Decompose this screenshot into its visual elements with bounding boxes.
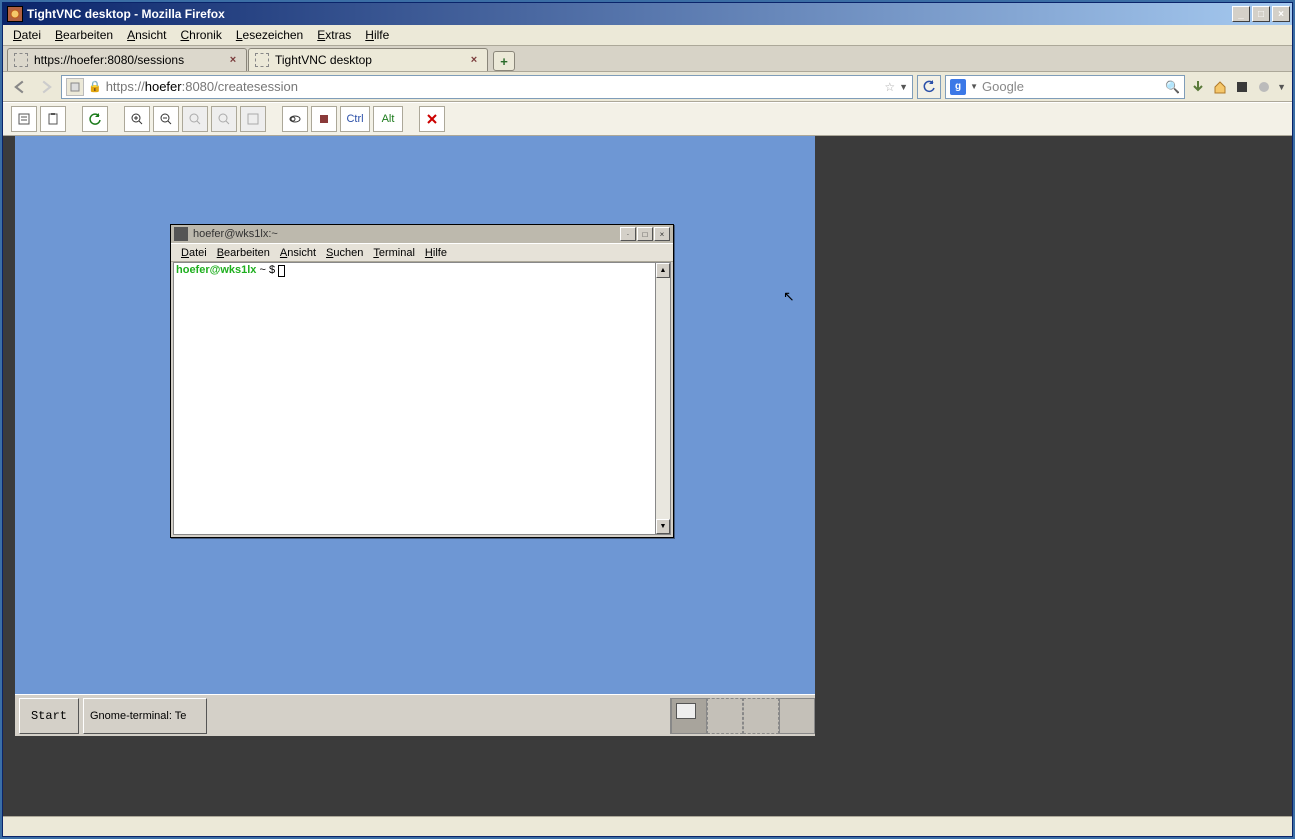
new-tab-button[interactable]: + [493, 51, 515, 71]
scroll-down-icon[interactable]: ▼ [656, 519, 670, 534]
taskbar-item-terminal[interactable]: Gnome-terminal: Te [83, 698, 207, 734]
terminal-icon [174, 227, 188, 241]
vnc-fullscreen-button[interactable] [240, 106, 266, 132]
favicon-placeholder-icon [255, 53, 269, 67]
window-title: TightVNC desktop - Mozilla Firefox [27, 7, 225, 21]
favicon-placeholder-icon [14, 53, 28, 67]
vnc-zoom-out-button[interactable] [153, 106, 179, 132]
menu-ansicht[interactable]: Ansicht [121, 26, 172, 44]
vnc-send-cad-button[interactable] [311, 106, 337, 132]
vnc-options-button[interactable] [11, 106, 37, 132]
vnc-viewport[interactable]: hoefer@wks1lx:~ · □ × Datei Bearbeiten A… [15, 136, 815, 736]
terminal-window[interactable]: hoefer@wks1lx:~ · □ × Datei Bearbeiten A… [170, 224, 674, 538]
google-icon: g [950, 79, 966, 95]
workspace-2[interactable] [707, 698, 743, 734]
vnc-disconnect-button[interactable] [419, 106, 445, 132]
url-text: https://hoefer:8080/createsession [106, 79, 298, 94]
term-menu-hilfe[interactable]: Hilfe [421, 246, 451, 260]
start-button[interactable]: Start [19, 698, 79, 734]
menu-chronik[interactable]: Chronik [174, 26, 227, 44]
terminal-title: hoefer@wks1lx:~ [193, 228, 278, 240]
tab-label: https://hoefer:8080/sessions [34, 53, 184, 67]
vnc-toolbar: Ctrl Alt [3, 102, 1292, 136]
terminal-minimize-button[interactable]: · [620, 227, 636, 241]
back-button[interactable] [9, 76, 31, 98]
tab-sessions[interactable]: https://hoefer:8080/sessions × [7, 48, 247, 71]
term-menu-datei[interactable]: Datei [177, 246, 211, 260]
term-menu-ansicht[interactable]: Ansicht [276, 246, 320, 260]
addon2-icon[interactable] [1255, 78, 1273, 96]
forward-button[interactable] [35, 76, 57, 98]
term-menu-suchen[interactable]: Suchen [322, 246, 367, 260]
menu-datei[interactable]: Datei [7, 26, 47, 44]
url-dropdown-icon[interactable]: ▼ [899, 82, 908, 92]
home-icon[interactable] [1211, 78, 1229, 96]
terminal-scrollbar[interactable]: ▲ ▼ [655, 263, 670, 534]
menu-extras[interactable]: Extras [311, 26, 357, 44]
site-identity-icon[interactable] [66, 78, 84, 96]
firefox-statusbar [3, 816, 1292, 836]
window-titlebar[interactable]: TightVNC desktop - Mozilla Firefox _ □ × [3, 3, 1292, 25]
term-menu-bearbeiten[interactable]: Bearbeiten [213, 246, 274, 260]
term-menu-terminal[interactable]: Terminal [369, 246, 419, 260]
maximize-button[interactable]: □ [1252, 6, 1270, 22]
tab-tightvnc[interactable]: TightVNC desktop × [248, 48, 488, 71]
terminal-titlebar[interactable]: hoefer@wks1lx:~ · □ × [171, 225, 673, 243]
url-bar[interactable]: 🔒 https://hoefer:8080/createsession ☆ ▼ [61, 75, 913, 99]
addon-icon[interactable] [1233, 78, 1251, 96]
terminal-maximize-button[interactable]: □ [637, 227, 653, 241]
search-placeholder: Google [982, 79, 1024, 94]
close-button[interactable]: × [1272, 6, 1290, 22]
bookmark-star-icon[interactable]: ☆ [884, 80, 895, 94]
vnc-alt-button[interactable]: Alt [373, 106, 403, 132]
terminal-text[interactable]: hoefer@wks1lx ~ $ [174, 263, 655, 534]
minimize-button[interactable]: _ [1232, 6, 1250, 22]
search-go-icon[interactable]: 🔍 [1165, 80, 1180, 94]
firefox-menubar: Datei Bearbeiten Ansicht Chronik Lesezei… [3, 25, 1292, 46]
terminal-cursor [278, 265, 285, 277]
vnc-cad-button[interactable] [282, 106, 308, 132]
page-content: hoefer@wks1lx:~ · □ × Datei Bearbeiten A… [3, 136, 1292, 816]
vnc-clipboard-button[interactable] [40, 106, 66, 132]
vnc-zoom-actual-button[interactable] [182, 106, 208, 132]
vnc-zoom-in-button[interactable] [124, 106, 150, 132]
vnc-ctrl-button[interactable]: Ctrl [340, 106, 370, 132]
workspace-pager [670, 698, 815, 734]
terminal-menubar: Datei Bearbeiten Ansicht Suchen Terminal… [171, 243, 673, 262]
tab-close-icon[interactable]: × [226, 53, 240, 67]
vnc-zoom-fit-button[interactable] [211, 106, 237, 132]
lock-icon: 🔒 [88, 80, 102, 93]
mouse-cursor-icon: ↖ [783, 288, 795, 305]
terminal-body[interactable]: hoefer@wks1lx ~ $ ▲ ▼ [173, 262, 671, 535]
tab-strip: https://hoefer:8080/sessions × TightVNC … [3, 46, 1292, 72]
toolbar-overflow-icon[interactable]: ▼ [1277, 82, 1286, 92]
terminal-close-button[interactable]: × [654, 227, 670, 241]
tab-close-icon[interactable]: × [467, 53, 481, 67]
scroll-up-icon[interactable]: ▲ [656, 263, 670, 278]
workspace-3[interactable] [743, 698, 779, 734]
vnc-refresh-button[interactable] [82, 106, 108, 132]
reload-button[interactable] [917, 75, 941, 99]
firefox-icon [7, 6, 23, 22]
downloads-icon[interactable] [1189, 78, 1207, 96]
firefox-toolbar: 🔒 https://hoefer:8080/createsession ☆ ▼ … [3, 72, 1292, 102]
search-engine-dropdown-icon[interactable]: ▼ [970, 82, 978, 91]
window-controls: _ □ × [1232, 6, 1292, 22]
vnc-taskbar: Start Gnome-terminal: Te [15, 694, 815, 736]
search-box[interactable]: g ▼ Google 🔍 [945, 75, 1185, 99]
workspace-4[interactable] [779, 698, 815, 734]
workspace-1[interactable] [671, 698, 707, 734]
menu-lesezeichen[interactable]: Lesezeichen [230, 26, 309, 44]
terminal-window-controls: · □ × [619, 227, 670, 241]
menu-bearbeiten[interactable]: Bearbeiten [49, 26, 119, 44]
outer-window: TightVNC desktop - Mozilla Firefox _ □ ×… [2, 2, 1293, 837]
menu-hilfe[interactable]: Hilfe [359, 26, 395, 44]
tab-label: TightVNC desktop [275, 53, 372, 67]
scroll-track[interactable] [656, 278, 670, 519]
